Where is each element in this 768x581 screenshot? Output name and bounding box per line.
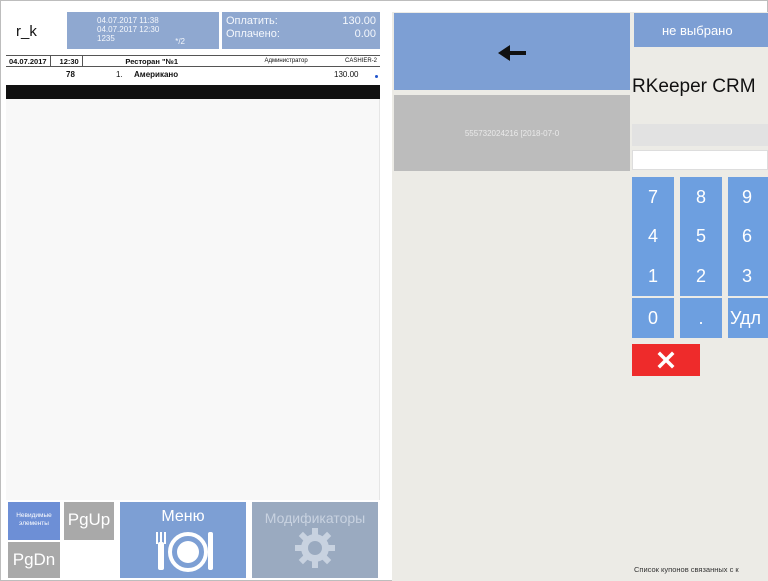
pgup-label: PgUp <box>67 510 111 529</box>
order-info-bar: 04.07.2017 12:30 Ресторан "№1 Администра… <box>6 55 380 67</box>
info-time: 12:30 <box>59 56 79 66</box>
info-cashier: CASHIER-2 <box>344 58 377 64</box>
key-5[interactable]: 5 <box>680 216 722 256</box>
menu-button[interactable]: Меню <box>120 502 246 578</box>
hidden-elements-button[interactable]: Невидимые элементы <box>8 502 60 540</box>
info-role: Администратор <box>264 58 308 64</box>
key-1[interactable]: 1 <box>632 256 674 296</box>
info-restaurant: Ресторан "№1 <box>125 56 179 66</box>
not-selected-label: не выбрано <box>662 22 733 38</box>
key-9[interactable]: 9 <box>728 177 768 217</box>
guest-count: */2 <box>175 37 185 46</box>
open-time: 04.07.2017 11:38 <box>97 16 159 25</box>
pgdn-label: PgDn <box>12 550 56 569</box>
menu-label: Меню <box>161 508 205 525</box>
modifiers-label: Модификаторы <box>264 510 366 526</box>
item-price: 130.00 <box>334 70 359 79</box>
key-dot[interactable]: . <box>680 298 722 338</box>
key-6[interactable]: 6 <box>728 216 768 256</box>
back-button[interactable] <box>394 13 630 90</box>
hidden-elements-label: Невидимые элементы <box>16 512 52 527</box>
item-number: 1. <box>116 70 123 79</box>
modifiers-button[interactable]: Модификаторы <box>252 502 378 578</box>
order-times-panel[interactable]: 04.07.2017 11:38 04.07.2017 12:30 1235 *… <box>67 12 219 49</box>
cancel-button[interactable] <box>632 344 700 376</box>
key-3[interactable]: 3 <box>728 256 768 296</box>
coupon-code: 555732024216 [2018-07-0 <box>464 128 560 138</box>
app-logo: r_k <box>16 22 37 40</box>
plate-cutlery-icon <box>156 532 213 572</box>
selected-row-bar[interactable] <box>6 85 380 99</box>
info-date: 04.07.2017 <box>9 56 47 66</box>
pay-value: 130.00 <box>342 15 376 27</box>
close-icon <box>657 351 675 369</box>
print-time: 04.07.2017 12:30 <box>97 25 160 34</box>
key-2[interactable]: 2 <box>680 256 722 296</box>
status-bar <box>632 124 768 146</box>
pgdn-button[interactable]: PgDn <box>8 542 60 578</box>
gear-icon <box>295 528 335 568</box>
key-0[interactable]: 0 <box>632 298 674 338</box>
key-8[interactable]: 8 <box>680 177 722 217</box>
selection-marker <box>375 75 378 78</box>
order-list-area[interactable] <box>6 99 380 500</box>
coupon-item-button[interactable]: 555732024216 [2018-07-0 <box>394 95 630 171</box>
paid-value: 0.00 <box>354 28 376 40</box>
divider <box>81 56 89 66</box>
item-name: Американо <box>134 70 179 79</box>
paid-label: Оплачено: <box>226 28 280 40</box>
key-4[interactable]: 4 <box>632 216 674 256</box>
order-item-row[interactable]: 78 1. Американо 130.00 <box>6 69 380 81</box>
payment-summary[interactable]: Оплатить: 130.00 Оплачено: 0.00 <box>222 12 380 49</box>
arrow-left-icon <box>498 45 526 61</box>
pgup-button[interactable]: PgUp <box>64 502 114 540</box>
delete-key[interactable]: Удл <box>728 298 768 338</box>
crm-title: RKeeper CRM <box>632 76 756 97</box>
coupon-list-caption: Список купонов связанных с к <box>634 565 739 574</box>
key-7[interactable]: 7 <box>632 177 674 217</box>
order-number: 1235 <box>97 34 115 43</box>
pay-label: Оплатить: <box>226 15 278 27</box>
table-number: 78 <box>66 70 75 79</box>
code-input[interactable] <box>632 150 768 170</box>
divider <box>49 56 57 66</box>
not-selected-button[interactable]: не выбрано <box>634 13 768 47</box>
